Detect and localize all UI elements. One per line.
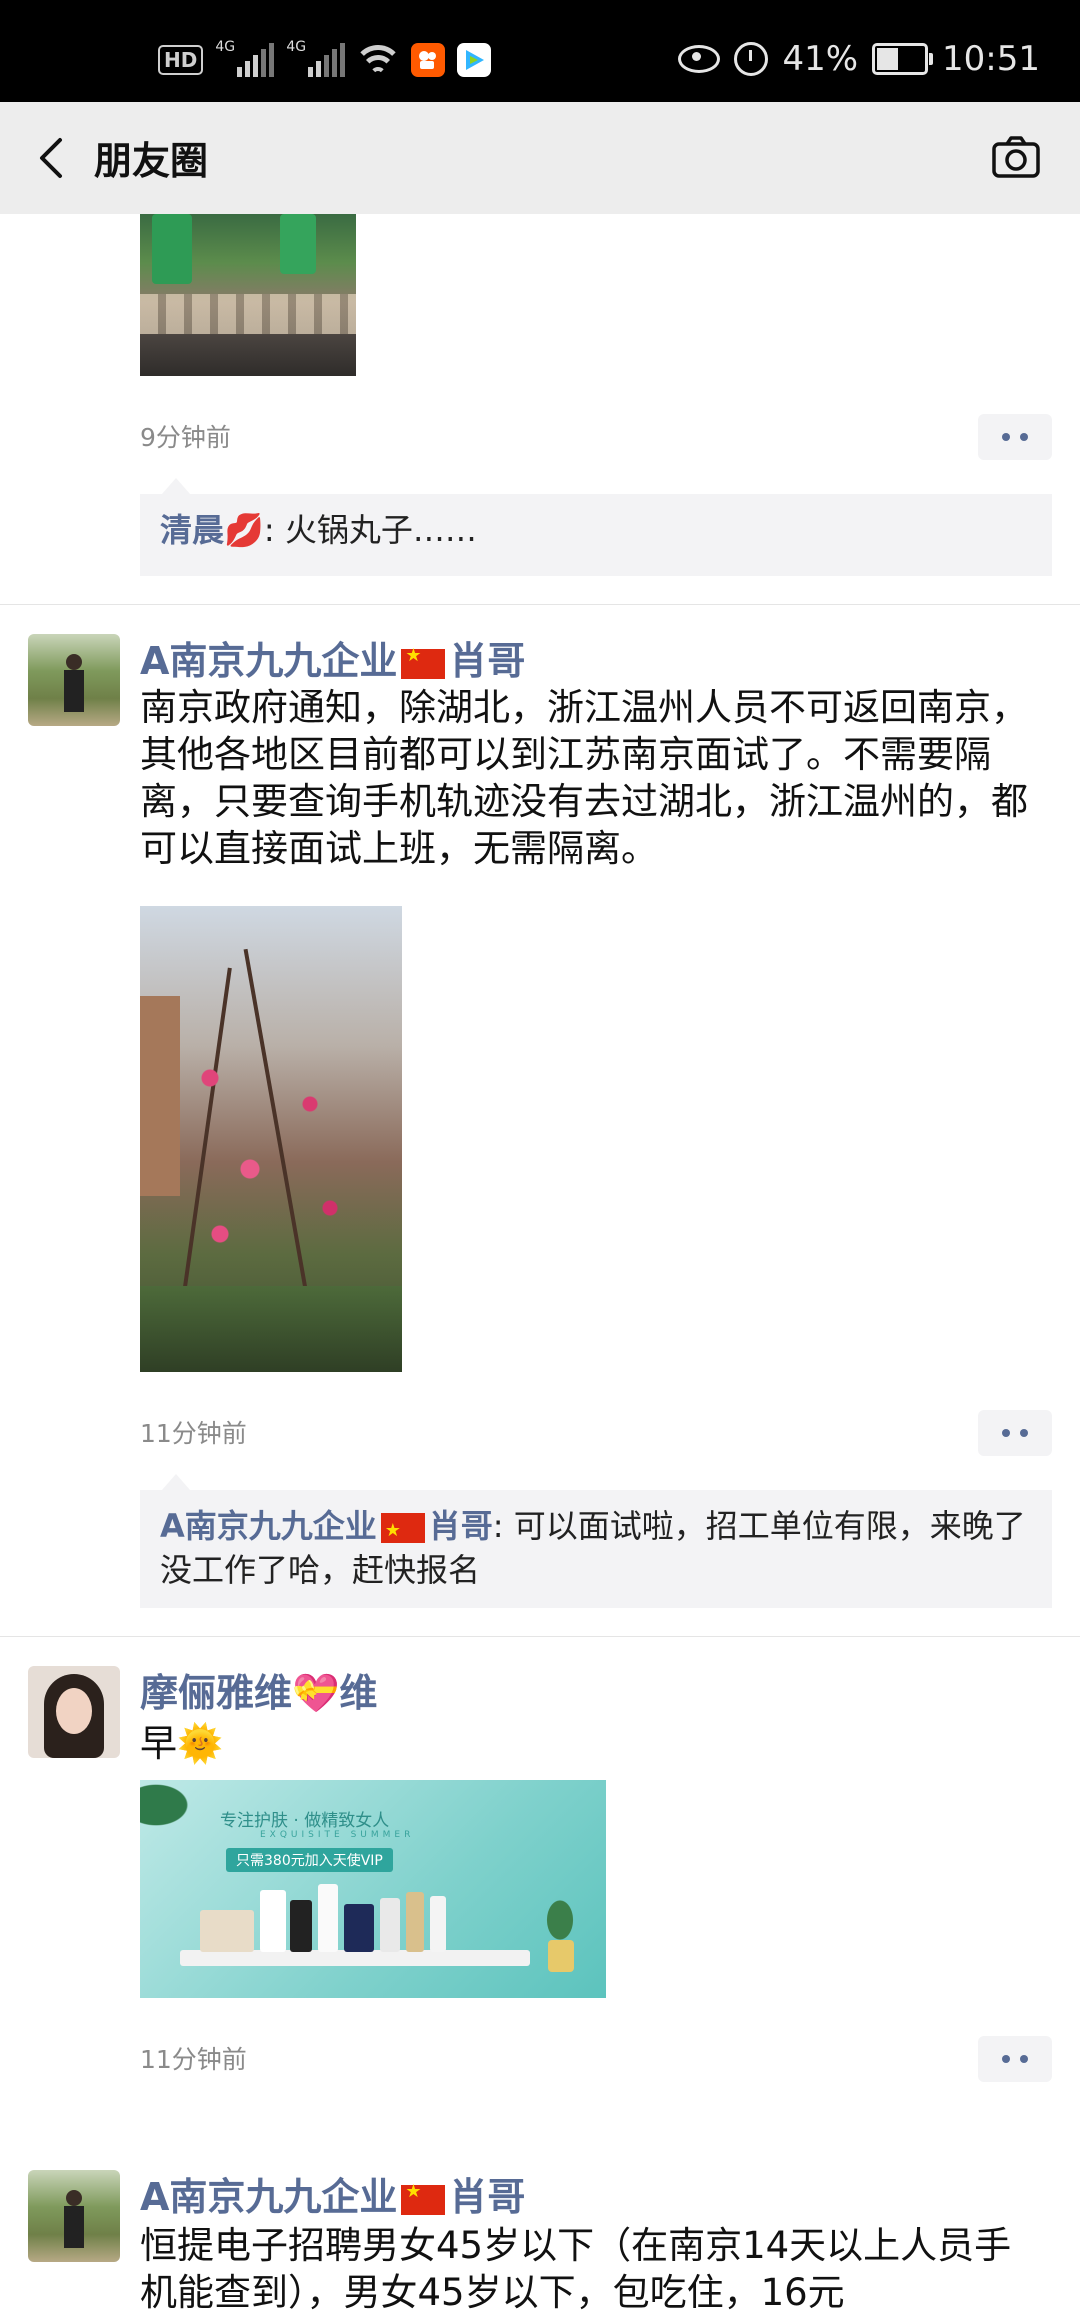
comment-author-part: 肖哥 — [428, 1507, 493, 1545]
wifi-icon — [357, 43, 400, 77]
post-time: 11分钟前 — [140, 1419, 247, 1448]
post-divider — [0, 1636, 1080, 1637]
ad-headline: 专注护肤 · 做精致女人 — [220, 1811, 390, 1831]
comment-box: 清晨💋: 火锅丸子…… — [140, 478, 1052, 576]
ad-badge: 只需380元加入天使VIP — [226, 1848, 393, 1872]
author-name-part: A南京九九企业 — [140, 2175, 398, 2219]
comment-text: : 火锅丸子…… — [263, 511, 477, 549]
status-bar: HD 4G 4G 41% 10:51 — [0, 0, 1080, 102]
post-photo[interactable] — [140, 906, 402, 1372]
more-actions-button[interactable] — [978, 414, 1052, 460]
moments-feed[interactable]: 9分钟前 清晨💋: 火锅丸子…… A南京九九企业肖哥 南京政府通知，除湖北，浙江… — [0, 214, 1080, 2310]
china-flag-icon — [401, 645, 446, 679]
author-name-part: 肖哥 — [449, 2175, 526, 2219]
eye-comfort-icon — [678, 45, 721, 73]
china-flag-icon — [401, 2181, 446, 2215]
network-type-label-2: 4G — [286, 39, 307, 55]
alarm-icon — [734, 42, 769, 76]
more-actions-button[interactable] — [978, 2036, 1052, 2082]
more-actions-button[interactable] — [978, 1410, 1052, 1456]
post-divider — [0, 604, 1080, 605]
ad-subline: EXQUISITE SUMMER — [260, 1830, 415, 1840]
kuaishou-app-icon — [411, 43, 446, 77]
status-left: HD 4G 4G — [158, 38, 492, 82]
post-time: 9分钟前 — [140, 423, 231, 452]
comment-author-part: A南京九九企业 — [160, 1507, 377, 1545]
avatar[interactable] — [28, 2170, 120, 2262]
battery-icon — [872, 43, 934, 75]
camera-icon[interactable] — [992, 136, 1040, 178]
avatar[interactable] — [28, 1666, 120, 1758]
post-text: 恒提电子招聘男女45岁以下（在南京14天以上人员手机能查到），男女45岁以下，包… — [140, 2224, 1012, 2310]
ad-banner-image[interactable]: 专注护肤 · 做精致女人 EXQUISITE SUMMER 只需380元加入天使… — [140, 1780, 606, 1998]
clock: 10:51 — [942, 39, 1040, 79]
post-author[interactable]: A南京九九企业 肖哥 — [140, 630, 525, 685]
china-flag-icon — [380, 1509, 425, 1553]
status-right: 41% 10:51 — [678, 34, 1040, 84]
network-type-label-1: 4G — [215, 39, 236, 55]
back-arrow-icon[interactable] — [30, 134, 74, 182]
post-author[interactable]: A南京九九企业 肖哥 — [140, 2166, 525, 2221]
nav-bar: 朋友圈 — [0, 102, 1080, 214]
post-text: 早🌞 — [140, 1722, 224, 1765]
post-text: 南京政府通知，除湖北，浙江温州人员不可返回南京，其他各地区目前都可以到江苏南京面… — [140, 686, 1028, 870]
post-time: 11分钟前 — [140, 2045, 247, 2074]
battery-percent: 41% — [782, 39, 859, 79]
hd-voice-icon: HD — [158, 45, 204, 75]
comment-author[interactable]: 清晨💋 — [160, 511, 264, 549]
tencent-video-icon — [457, 43, 492, 77]
avatar[interactable] — [28, 634, 120, 726]
author-name-part: A南京九九企业 — [140, 639, 398, 683]
author-name-part: 肖哥 — [449, 639, 526, 683]
post-photo[interactable] — [140, 214, 356, 376]
signal-icon-1: 4G — [215, 39, 275, 77]
signal-icon-2: 4G — [286, 39, 346, 77]
post-author[interactable]: 摩俪雅维💝维 — [140, 1662, 377, 1717]
comment-author[interactable]: A南京九九企业 肖哥 — [160, 1507, 493, 1553]
comment-box: A南京九九企业肖哥: 可以面试啦，招工单位有限，来晚了没工作了哈，赶快报名 — [140, 1474, 1052, 1608]
page-title: 朋友圈 — [94, 139, 209, 183]
